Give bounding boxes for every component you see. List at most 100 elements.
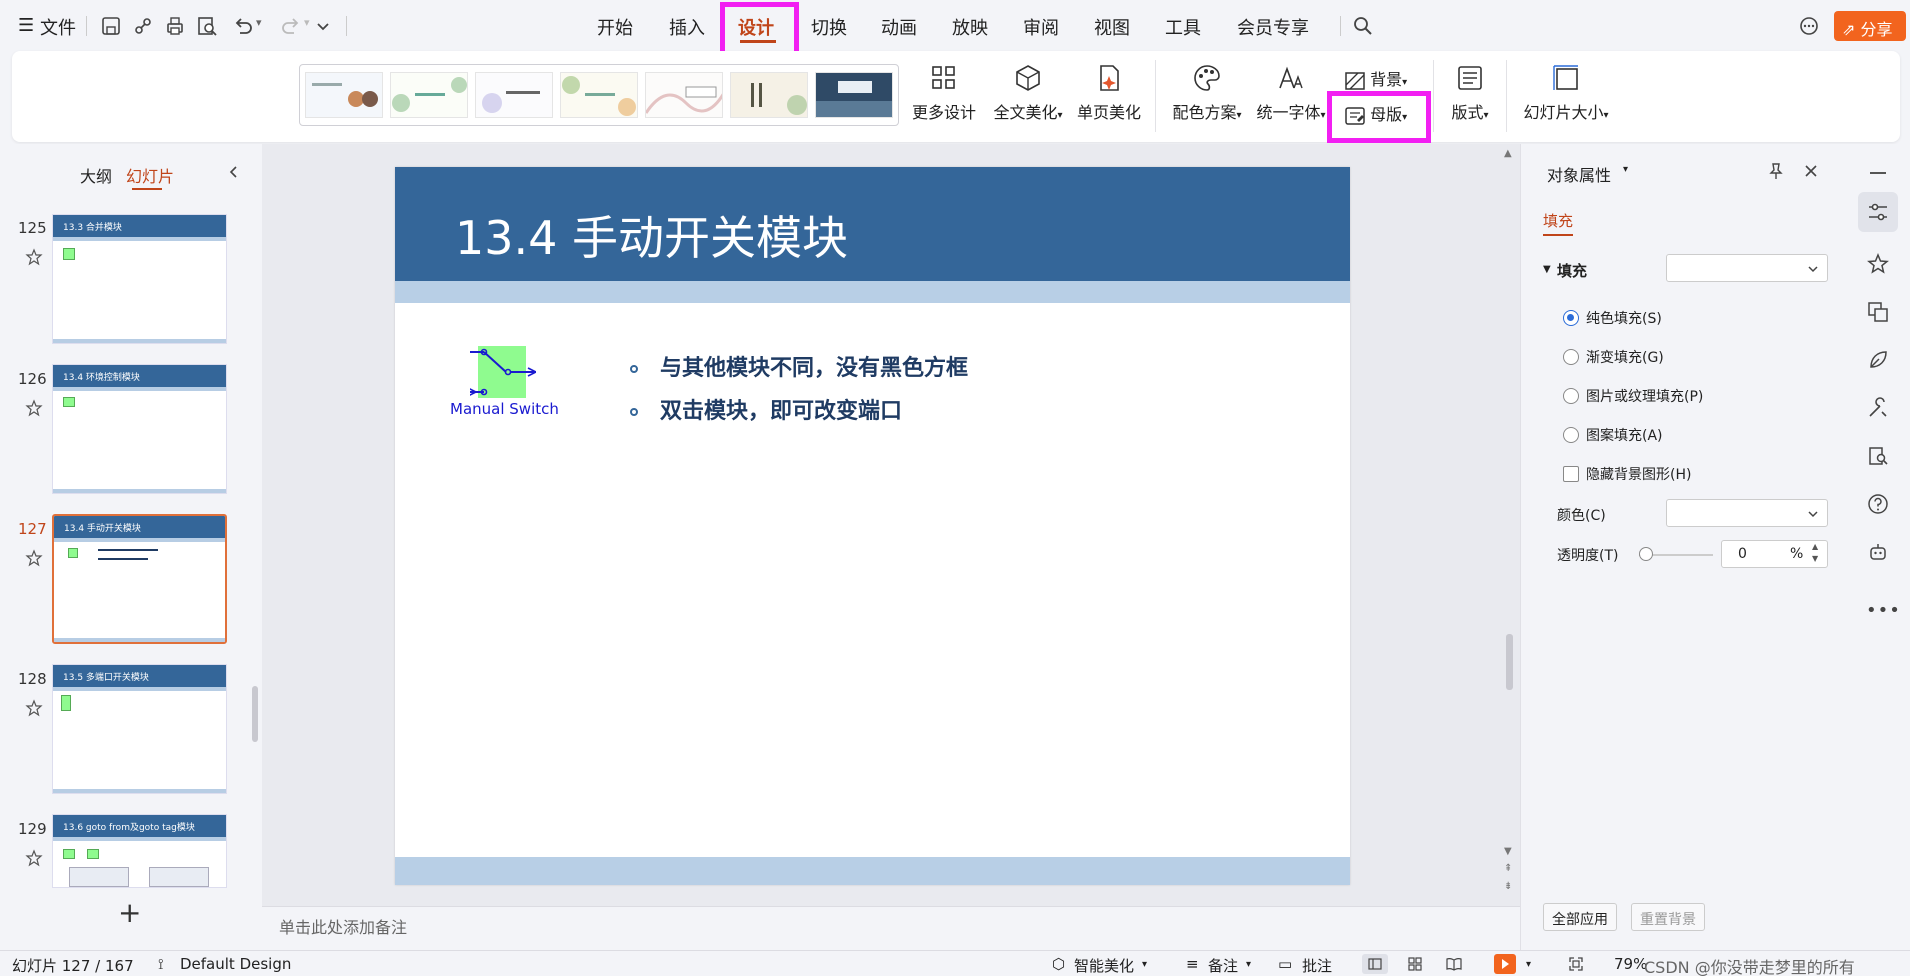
properties-sliders-icon[interactable] (1866, 200, 1890, 224)
collapse-panel-icon[interactable] (226, 164, 242, 180)
panel-title[interactable]: 对象属性 (1547, 162, 1611, 186)
single-beautify-button[interactable]: 单页美化 (1077, 63, 1141, 123)
design-template-gallery[interactable] (299, 64, 899, 126)
tab-slideshow[interactable]: 放映 (952, 14, 988, 40)
redo-dropdown-icon[interactable]: ▾ (304, 16, 310, 29)
expand-triangle-icon[interactable]: ▼ (1543, 264, 1551, 275)
tab-outline[interactable]: 大纲 (80, 163, 112, 187)
redo-icon[interactable] (280, 15, 302, 37)
notes-pane[interactable] (262, 906, 1520, 950)
thumbnail-scrollbar[interactable] (252, 686, 258, 742)
chevron-down-icon[interactable]: ▾ (1526, 959, 1531, 970)
fit-window-icon[interactable] (1568, 956, 1584, 972)
zoom-level[interactable]: 79% (1614, 955, 1647, 973)
solid-fill-radio[interactable] (1563, 310, 1579, 326)
transparency-input[interactable]: 0 % ▲ ▼ (1721, 540, 1828, 568)
spinner-icon[interactable]: ▲ ▼ (1812, 541, 1818, 565)
more-design-button[interactable]: 更多设计 (912, 63, 976, 123)
star-icon[interactable] (25, 399, 43, 417)
share-link-icon[interactable] (132, 15, 154, 37)
tab-view[interactable]: 视图 (1094, 14, 1130, 40)
color-dropdown[interactable] (1666, 499, 1828, 527)
slide-title[interactable]: 13.4 手动开关模块 (455, 202, 848, 268)
background-button[interactable]: 背景▾ (1345, 66, 1423, 90)
star-icon[interactable] (25, 549, 43, 567)
template-thumb[interactable] (560, 72, 638, 118)
pin-icon[interactable] (1767, 162, 1785, 180)
bullet-item[interactable]: 与其他模块不同，没有黑色方框 (630, 350, 968, 382)
theme-icon[interactable]: ⟟ (158, 955, 164, 973)
reset-background-button[interactable]: 重置背景 (1631, 903, 1705, 931)
comment-bubble-icon[interactable] (1798, 15, 1820, 37)
chevron-down-icon[interactable]: ▾ (1246, 959, 1251, 970)
pattern-fill-label[interactable]: 图案填充(A) (1586, 425, 1663, 445)
theme-name[interactable]: Default Design (180, 955, 291, 973)
hide-background-label[interactable]: 隐藏背景图形(H) (1586, 464, 1691, 484)
star-icon[interactable] (25, 248, 43, 266)
menu-icon[interactable]: ☰ (18, 15, 34, 36)
scroll-up-arrow[interactable]: ▲ (1504, 148, 1512, 159)
share-button[interactable]: ⇗ 分享 (1834, 11, 1906, 41)
tools-icon[interactable] (1866, 396, 1890, 420)
manual-switch-block-icon[interactable] (470, 342, 536, 402)
search-icon[interactable] (1352, 15, 1374, 37)
full-beautify-button[interactable]: 全文美化▾ (992, 63, 1064, 123)
print-icon[interactable] (164, 15, 186, 37)
copy-layers-icon[interactable] (1866, 300, 1890, 324)
tab-insert[interactable]: 插入 (669, 14, 705, 40)
unify-font-button[interactable]: 统一字体▾ (1255, 63, 1327, 123)
print-preview-icon[interactable] (196, 15, 218, 37)
current-slide[interactable]: 13.4 手动开关模块 Manual Switch 与其他模块不同，没有黑色方框… (395, 167, 1350, 885)
gradient-fill-radio[interactable] (1563, 349, 1579, 365)
layout-button[interactable]: 版式▾ (1442, 63, 1498, 123)
template-thumb[interactable] (475, 72, 553, 118)
template-thumb[interactable] (390, 72, 468, 118)
chevron-down-icon[interactable] (312, 15, 334, 37)
slide-thumbnail[interactable]: 13.4 环境控制模块 (52, 364, 227, 494)
scroll-down-arrow[interactable]: ▼ (1504, 846, 1512, 857)
minimize-icon[interactable] (1870, 172, 1886, 174)
prev-slide-icon[interactable]: ⇞ (1504, 864, 1512, 874)
pattern-fill-radio[interactable] (1563, 427, 1579, 443)
close-icon[interactable] (1803, 163, 1819, 179)
star-icon[interactable] (1866, 252, 1890, 276)
slide-size-button[interactable]: 幻灯片大小▾ (1518, 63, 1614, 123)
picture-fill-radio[interactable] (1563, 388, 1579, 404)
tab-animation[interactable]: 动画 (881, 14, 917, 40)
star-icon[interactable] (25, 699, 43, 717)
solid-fill-label[interactable]: 纯色填充(S) (1586, 308, 1662, 328)
tab-slides[interactable]: 幻灯片 (126, 163, 174, 187)
template-thumb[interactable] (815, 72, 893, 118)
bullet-item[interactable]: 双击模块，即可改变端口 (630, 393, 902, 425)
next-slide-icon[interactable]: ⇟ (1504, 882, 1512, 892)
smart-beautify-button[interactable]: 智能美化 (1074, 955, 1134, 976)
undo-icon[interactable] (232, 15, 254, 37)
template-thumb[interactable] (645, 72, 723, 118)
chevron-down-icon[interactable]: ▾ (1623, 164, 1628, 175)
hide-background-checkbox[interactable] (1563, 466, 1579, 482)
notes-button[interactable]: 备注 (1208, 955, 1238, 976)
slide-thumbnail[interactable]: 13.5 多端口开关模块 (52, 664, 227, 794)
fill-type-dropdown[interactable] (1666, 254, 1828, 282)
reading-view-icon[interactable] (1446, 956, 1462, 972)
help-icon[interactable] (1866, 492, 1890, 516)
save-icon[interactable] (100, 15, 122, 37)
comment-icon[interactable]: ▭ (1278, 955, 1292, 973)
slide-thumbnail[interactable]: 13.6 goto from及goto tag模块 (52, 814, 227, 888)
tab-fill[interactable]: 填充 (1543, 210, 1573, 231)
notes-placeholder[interactable]: 单击此处添加备注 (279, 914, 407, 938)
more-options-icon[interactable]: ••• (1866, 600, 1901, 621)
play-slideshow-button[interactable] (1494, 954, 1516, 974)
template-thumb[interactable] (305, 72, 383, 118)
template-thumb[interactable] (730, 72, 808, 118)
tab-transition[interactable]: 切换 (811, 14, 847, 40)
add-slide-button[interactable]: + (118, 896, 141, 929)
robot-assistant-icon[interactable] (1866, 540, 1890, 564)
editor-scrollbar[interactable] (1506, 634, 1513, 690)
undo-dropdown-icon[interactable]: ▾ (256, 16, 262, 29)
tab-tools[interactable]: 工具 (1165, 14, 1201, 40)
transparency-slider-thumb[interactable] (1639, 547, 1653, 561)
comments-button[interactable]: 批注 (1302, 955, 1332, 976)
notes-icon[interactable]: ≡ (1186, 955, 1199, 973)
leaf-brush-icon[interactable] (1866, 348, 1890, 372)
